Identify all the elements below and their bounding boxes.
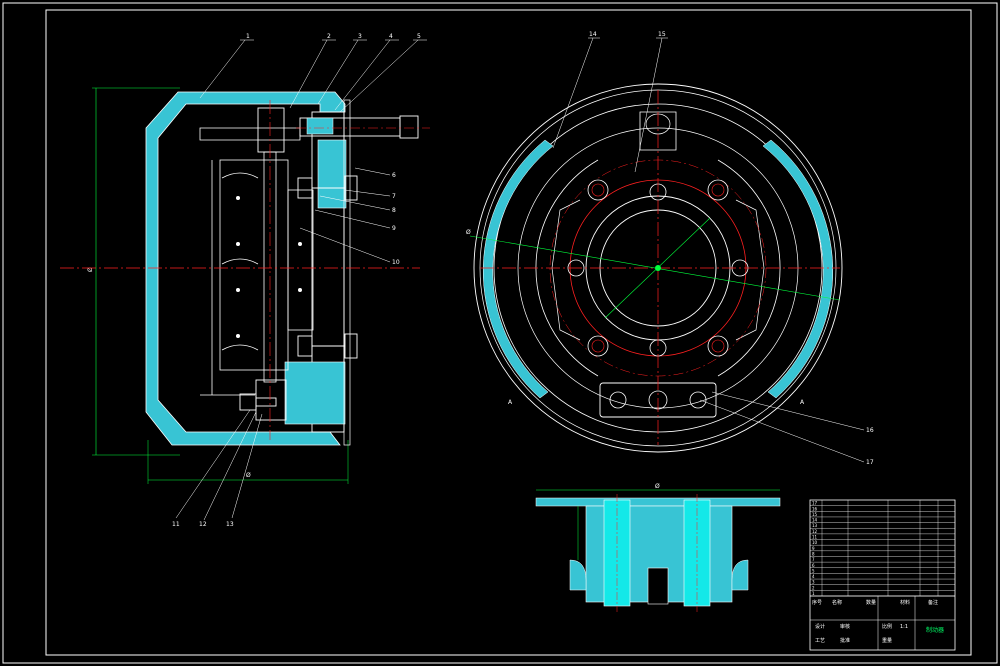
callout-4: 4 [389, 33, 393, 40]
tb-scale: 1:1 [900, 624, 908, 630]
cad-drawing: Ø Ø 1 2 3 4 5 6 7 8 9 10 11 12 13 Ø A A … [2, 2, 998, 664]
callout-2: 2 [327, 33, 331, 40]
tb-row-number: 5 [812, 568, 815, 573]
tb-row-number: 17 [812, 501, 818, 506]
tb-row-number: 3 [812, 580, 815, 585]
callout-14: 14 [589, 31, 597, 38]
callout-6: 6 [392, 172, 396, 179]
tb-row-number: 9 [812, 546, 815, 551]
tb-header-1: 序号 [812, 599, 822, 606]
tb-row-number: 11 [812, 535, 818, 540]
tb-row-number: 15 [812, 512, 818, 517]
tb-footer-2: 审核 [840, 623, 850, 630]
dim-right-diameter: Ø [466, 229, 471, 236]
side-section-view: Ø Ø 1 2 3 4 5 6 7 8 9 10 11 12 13 [60, 33, 430, 528]
tb-row-number: 13 [812, 523, 818, 528]
callout-12: 12 [199, 521, 207, 528]
tb-row-number: 16 [812, 506, 818, 511]
tb-row-number: 10 [812, 540, 818, 545]
callout-11: 11 [172, 521, 180, 528]
tb-row-number: 14 [812, 518, 818, 523]
dim-left-horizontal: Ø [246, 472, 251, 479]
tb-header-4: 材料 [900, 599, 910, 606]
tb-footer-4: 批准 [840, 637, 850, 644]
tb-header-5: 备注 [928, 599, 938, 606]
section-marker-right: A [800, 399, 805, 406]
callout-16: 16 [866, 427, 874, 434]
tb-footer-mid-1: 比例 [882, 623, 892, 630]
section-a-a-view: Ø [535, 483, 781, 612]
callout-7: 7 [392, 193, 396, 200]
callout-5: 5 [417, 33, 421, 40]
callout-13: 13 [226, 521, 234, 528]
tb-header-2: 名称 [832, 599, 842, 606]
tb-row-number: 12 [812, 529, 818, 534]
front-view: Ø A A 14 15 16 17 [466, 31, 874, 466]
inner-frame [45, 9, 972, 656]
tb-header-3: 数量 [866, 599, 876, 606]
tb-row-number: 2 [812, 585, 815, 590]
tb-row-number: 4 [812, 574, 815, 579]
tb-footer-3: 工艺 [815, 638, 825, 644]
callout-8: 8 [392, 207, 396, 214]
tb-row-number: 6 [812, 563, 815, 568]
callout-1: 1 [246, 33, 250, 40]
dim-section-top: Ø [655, 483, 660, 490]
tb-row-number: 1 [812, 591, 815, 596]
tb-drawing-name: 制动器 [926, 626, 944, 634]
tb-row-number: 8 [812, 551, 815, 556]
callout-17: 17 [866, 459, 874, 466]
callout-9: 9 [392, 225, 396, 232]
tb-footer-mid-2: 重量 [882, 637, 892, 644]
title-block: 序号 名称 数量 材料 备注 制动器 设计 审核 工艺 批准 比例 重量 1:1… [809, 499, 956, 651]
callout-10: 10 [392, 259, 400, 266]
tb-footer-1: 设计 [815, 623, 825, 630]
callout-15: 15 [658, 31, 666, 38]
tb-row-number: 7 [812, 557, 815, 562]
callout-3: 3 [358, 33, 362, 40]
section-marker-left: A [508, 399, 513, 406]
